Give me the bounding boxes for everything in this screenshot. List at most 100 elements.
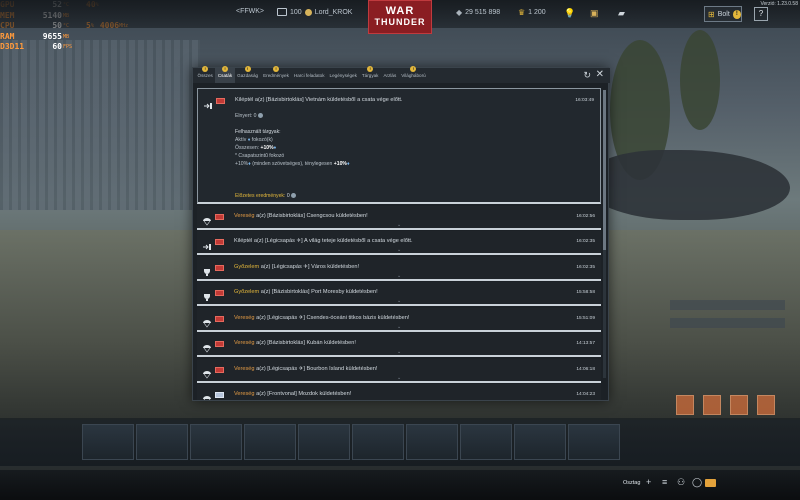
contacts-icon[interactable]: ⚇ — [677, 478, 685, 487]
silver-icon: ◆ — [456, 8, 463, 17]
log-entry[interactable]: Győzelem a(z) [Bázisbirtoklás] Port More… — [197, 282, 601, 306]
country-flag — [215, 264, 224, 271]
country-flag — [216, 98, 225, 104]
log-entry-text: a(z) [Bázisbirtoklás] Port Moresby külde… — [260, 289, 378, 295]
battle-log-list: Kiléptél a(z) [Bázisbirtoklás] Vietnám k… — [197, 88, 601, 400]
research-button[interactable]: 💡 — [564, 8, 575, 19]
golden-eagles[interactable]: ♛ 1 200 — [518, 8, 546, 17]
player-profile[interactable]: 100 Lord_KROK — [277, 8, 352, 16]
tab-badge: ! — [272, 66, 279, 72]
vehicle-slot[interactable] — [460, 424, 512, 460]
coupon-button[interactable]: ▰ — [618, 8, 625, 19]
action-slot-button[interactable] — [730, 395, 748, 415]
country-flag — [215, 239, 224, 245]
log-entry[interactable]: Vereség a(z) [Bázisbirtoklás] Kubán küld… — [197, 333, 601, 357]
expand-chevron-icon[interactable]: ⌄ — [397, 222, 401, 228]
trophy-icon — [203, 289, 211, 301]
log-entry[interactable]: Győzelem a(z) [Légicsapás ✈] Város külde… — [197, 256, 601, 281]
vehicle-slot[interactable] — [82, 424, 134, 460]
close-button[interactable]: ✕ — [596, 70, 604, 80]
logo-line1: WAR — [385, 5, 415, 17]
log-entry-text: a(z) [Bázisbirtoklás] Kubán küldetésben! — [256, 340, 356, 346]
tab-label: Tárgyak — [361, 73, 379, 78]
tab-battle-tasks[interactable]: Harci feladatok — [291, 68, 327, 83]
tab-battles[interactable]: ! Csaták — [215, 66, 235, 83]
menu-icon[interactable]: ≡ — [662, 478, 667, 487]
tab-economy[interactable]: ! Gazdaság — [235, 66, 261, 83]
tab-badge: ! — [410, 66, 417, 72]
shop-button[interactable]: ⊞ Bolt! — [704, 6, 742, 22]
tab-crews[interactable]: Legénységek — [327, 68, 359, 83]
tab-label: Legénységek — [329, 73, 357, 78]
tab-achievements[interactable]: ! Eredmények — [261, 66, 292, 83]
parachute-icon — [203, 366, 211, 378]
mail-icon[interactable] — [705, 479, 716, 487]
vehicle-slot[interactable] — [514, 424, 566, 460]
ticket-icon: ▰ — [618, 8, 625, 18]
expand-chevron-icon[interactable]: ⌄ — [397, 324, 401, 330]
rank-star-icon — [304, 8, 312, 16]
action-slot-button[interactable] — [757, 395, 775, 415]
exit-icon — [204, 97, 212, 109]
avatar — [277, 8, 287, 16]
squadron-tag[interactable]: <FFWK> — [236, 8, 264, 15]
squadron-label: <FFWK> — [236, 8, 265, 15]
expand-chevron-icon[interactable]: ⌄ — [397, 273, 401, 279]
log-entry[interactable]: Vereség a(z) [Légicsapás ✈] Csendes-óceá… — [197, 307, 601, 332]
osd-value: 9655 — [42, 31, 62, 41]
log-entry[interactable]: Vereség a(z) [Bázisbirtoklás] Csengcsou … — [197, 205, 601, 230]
prelim-value: 0 — [286, 193, 290, 199]
scrollbar-thumb[interactable] — [603, 90, 606, 250]
vehicle-slot[interactable] — [406, 424, 458, 460]
tab-items[interactable]: ! Tárgyak — [359, 66, 381, 83]
total-label: Összesen: — [235, 145, 260, 151]
tab-world-war[interactable]: ! Világháború — [399, 66, 428, 83]
country-flag — [215, 213, 224, 220]
log-entry-text: Kiléptél a(z) [Légicsapás ✈] A világ tet… — [234, 238, 413, 244]
parachute-icon — [203, 391, 211, 400]
tab-label: Gazdaság — [237, 73, 259, 78]
vehicle-slot[interactable] — [190, 424, 242, 460]
vehicle-slot[interactable] — [244, 424, 296, 460]
action-slot-button[interactable] — [703, 395, 721, 415]
vehicle-slot[interactable] — [568, 424, 620, 460]
silver-lions[interactable]: ◆ 29 515 898 — [456, 8, 500, 17]
result-label: Vereség — [234, 314, 255, 321]
expand-chevron-icon[interactable]: ⌄ — [397, 349, 401, 355]
silver-lions-value: 29 515 898 — [465, 9, 501, 16]
game-logo[interactable]: WAR THUNDER — [368, 0, 432, 34]
squad-label: Osztag — [623, 480, 641, 486]
expand-chevron-icon[interactable]: ⌄ — [397, 375, 401, 381]
version-label: Verzió: 1.23.0.58 — [760, 1, 798, 7]
tab-auction[interactable]: Arzlás — [381, 68, 399, 83]
log-entry[interactable]: Kiléptél a(z) [Légicsapás ✈] A világ tet… — [197, 231, 601, 255]
country-flag — [215, 290, 224, 296]
action-slot-button[interactable] — [676, 395, 694, 415]
vehicle-slot[interactable] — [298, 424, 350, 460]
exit-icon — [203, 238, 211, 250]
log-entry-text: a(z) [Légicsapás ✈] Város küldetésben! — [260, 263, 360, 270]
expand-chevron-icon[interactable]: ⌄ — [397, 298, 401, 304]
tab-label: Csaták — [217, 73, 233, 78]
expanded-log-entry[interactable]: Kiléptél a(z) [Bázisbirtoklás] Vietnám k… — [197, 88, 601, 204]
scrollbar[interactable] — [603, 90, 606, 378]
log-entry-text: Kiléptél a(z) [Bázisbirtoklás] Vietnám k… — [235, 97, 403, 103]
log-entry[interactable]: Vereség a(z) [Frontvonal] Mozdok küldeté… — [197, 384, 601, 400]
refresh-button[interactable]: ↻ — [583, 71, 591, 80]
chest-button[interactable]: ▣ — [590, 8, 599, 19]
expand-chevron-icon[interactable]: ⌄ — [397, 247, 401, 253]
osd-value: 60 — [52, 42, 62, 51]
squad-booster-label: * Csapatszintű fokozó — [235, 153, 285, 159]
vehicle-slot[interactable] — [352, 424, 404, 460]
player-level: 100 — [290, 8, 302, 16]
add-squad-member-icon[interactable]: + — [646, 478, 651, 487]
log-entry-time: 15:51:09 — [576, 315, 595, 321]
vehicle-slot[interactable] — [136, 424, 188, 460]
help-button[interactable]: ? — [754, 7, 768, 21]
tab-badge: ! — [221, 66, 228, 72]
tab-all[interactable]: ! Összes — [195, 66, 215, 83]
chat-icon[interactable]: ◯ — [692, 478, 702, 487]
log-entry-time: 14:04:23 — [576, 392, 595, 397]
log-entry[interactable]: Vereség a(z) [Légicsapás ✈] Bourbon Isla… — [197, 358, 601, 383]
parachute-icon — [203, 315, 211, 327]
